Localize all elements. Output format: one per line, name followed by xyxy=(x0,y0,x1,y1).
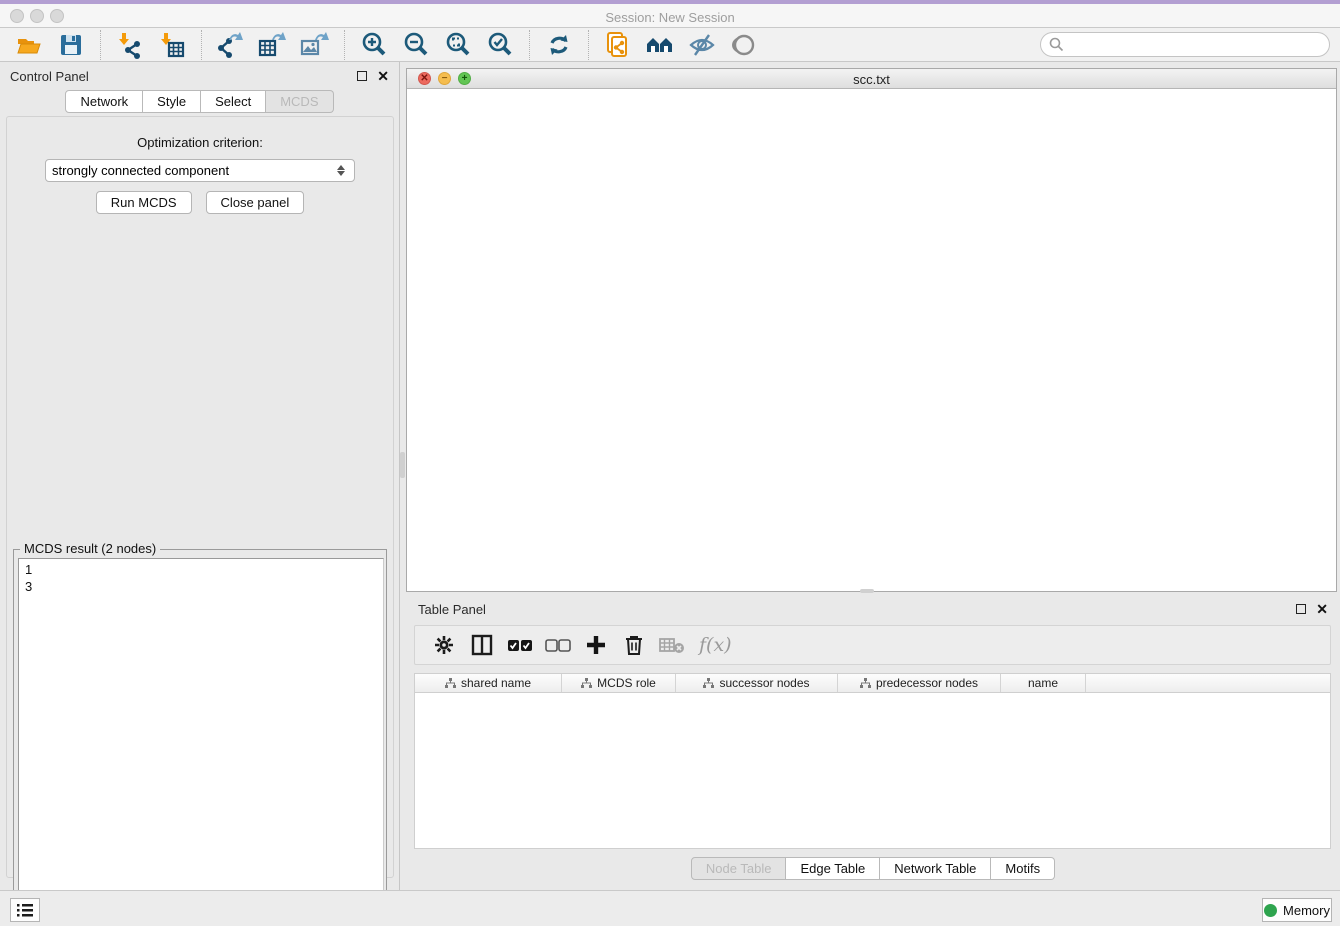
memory-status-icon xyxy=(1264,904,1277,917)
control-panel-title: Control Panel xyxy=(10,69,89,84)
select-all-icon[interactable] xyxy=(506,631,534,659)
show-details-icon[interactable] xyxy=(729,30,759,60)
save-session-icon[interactable] xyxy=(56,30,86,60)
select-stepper-icon xyxy=(334,161,348,180)
memory-button-label: Memory xyxy=(1283,903,1330,918)
open-session-icon[interactable] xyxy=(14,30,44,60)
status-bar: Memory xyxy=(0,890,1340,926)
column-type-icon xyxy=(581,678,592,689)
table-settings-icon[interactable] xyxy=(430,631,458,659)
toolbar-separator xyxy=(100,30,101,60)
mcds-panel: Optimization criterion: strongly connect… xyxy=(6,116,394,878)
network-canvas[interactable] xyxy=(407,89,1336,591)
mcds-result-text[interactable]: 1 3 xyxy=(18,558,384,922)
unselect-all-icon[interactable] xyxy=(544,631,572,659)
column-header-name[interactable]: name xyxy=(1001,674,1086,692)
mcds-result-title: MCDS result (2 nodes) xyxy=(20,541,160,556)
control-panel: Control Panel ✕ Network Style Select MCD… xyxy=(0,62,400,890)
table-toolbar: f(x) xyxy=(414,625,1331,665)
toolbar-separator xyxy=(344,30,345,60)
splitter-handle-horizontal[interactable] xyxy=(860,589,874,593)
duplicate-network-icon[interactable] xyxy=(603,30,633,60)
column-type-icon xyxy=(703,678,714,689)
run-mcds-button[interactable]: Run MCDS xyxy=(96,191,192,214)
tab-network-table[interactable]: Network Table xyxy=(880,857,991,880)
window-titlebar[interactable]: Session: New Session xyxy=(0,4,1340,28)
import-network-icon[interactable] xyxy=(115,30,145,60)
zoom-in-icon[interactable] xyxy=(359,30,389,60)
tab-motifs[interactable]: Motifs xyxy=(991,857,1055,880)
column-type-icon xyxy=(860,678,871,689)
splitter-handle-vertical[interactable] xyxy=(400,452,405,478)
app-window: Session: New Session xyxy=(0,0,1340,926)
toolbar-separator xyxy=(588,30,589,60)
import-table-icon[interactable] xyxy=(157,30,187,60)
export-network-icon[interactable] xyxy=(216,30,246,60)
task-history-button[interactable] xyxy=(10,898,40,922)
window-title: Session: New Session xyxy=(0,10,1340,25)
node-table: shared name MCDS role successor nodes pr… xyxy=(414,673,1331,849)
show-columns-icon[interactable] xyxy=(468,631,496,659)
zoom-out-icon[interactable] xyxy=(401,30,431,60)
task-list-icon xyxy=(17,903,33,917)
search-input[interactable] xyxy=(1064,37,1304,52)
tab-mcds[interactable]: MCDS xyxy=(266,90,333,113)
tab-node-table[interactable]: Node Table xyxy=(691,857,787,880)
column-type-icon xyxy=(445,678,456,689)
tab-select[interactable]: Select xyxy=(201,90,266,113)
export-image-icon[interactable] xyxy=(300,30,330,60)
memory-button[interactable]: Memory xyxy=(1262,898,1332,922)
column-header-successor-nodes[interactable]: successor nodes xyxy=(676,674,838,692)
zoom-selected-icon[interactable] xyxy=(485,30,515,60)
search-field[interactable] xyxy=(1040,32,1330,57)
control-panel-tabs: Network Style Select MCDS xyxy=(0,90,399,113)
search-icon xyxy=(1049,37,1064,52)
mcds-result-group: MCDS result (2 nodes) 1 3 xyxy=(13,549,387,926)
tab-style[interactable]: Style xyxy=(143,90,201,113)
network-view-window: ✕ − + scc.txt xyxy=(406,68,1337,592)
tab-network[interactable]: Network xyxy=(65,90,143,113)
delete-table-icon[interactable] xyxy=(658,631,686,659)
float-table-panel-icon[interactable] xyxy=(1296,604,1306,614)
column-header-mcds-role[interactable]: MCDS role xyxy=(562,674,676,692)
table-panel-title: Table Panel xyxy=(418,602,486,617)
table-tabs: Node Table Edge Table Network Table Moti… xyxy=(406,857,1340,880)
export-table-icon[interactable] xyxy=(258,30,288,60)
optimization-criterion-label: Optimization criterion: xyxy=(7,135,393,150)
add-row-icon[interactable] xyxy=(582,631,610,659)
column-header-shared-name[interactable]: shared name xyxy=(415,674,562,692)
tab-edge-table[interactable]: Edge Table xyxy=(786,857,880,880)
network-title: scc.txt xyxy=(407,72,1336,87)
selected-criterion: strongly connected component xyxy=(52,163,334,178)
column-header-predecessor-nodes[interactable]: predecessor nodes xyxy=(838,674,1001,692)
close-panel-button[interactable]: Close panel xyxy=(206,191,305,214)
hide-details-icon[interactable] xyxy=(687,30,717,60)
network-graph xyxy=(407,89,1336,591)
function-builder-icon[interactable]: f(x) xyxy=(699,634,732,656)
network-window-titlebar[interactable]: ✕ − + scc.txt xyxy=(407,69,1336,89)
float-panel-icon[interactable] xyxy=(357,71,367,81)
optimization-criterion-select[interactable]: strongly connected component xyxy=(45,159,355,182)
table-header: shared name MCDS role successor nodes pr… xyxy=(415,674,1330,693)
close-panel-icon[interactable]: ✕ xyxy=(377,71,389,81)
toolbar-separator xyxy=(529,30,530,60)
first-neighbors-icon[interactable] xyxy=(645,30,675,60)
table-panel: Table Panel ✕ xyxy=(406,595,1340,890)
close-table-panel-icon[interactable]: ✕ xyxy=(1316,604,1328,614)
toolbar-separator xyxy=(201,30,202,60)
refresh-view-icon[interactable] xyxy=(544,30,574,60)
zoom-fit-icon[interactable] xyxy=(443,30,473,60)
delete-row-icon[interactable] xyxy=(620,631,648,659)
